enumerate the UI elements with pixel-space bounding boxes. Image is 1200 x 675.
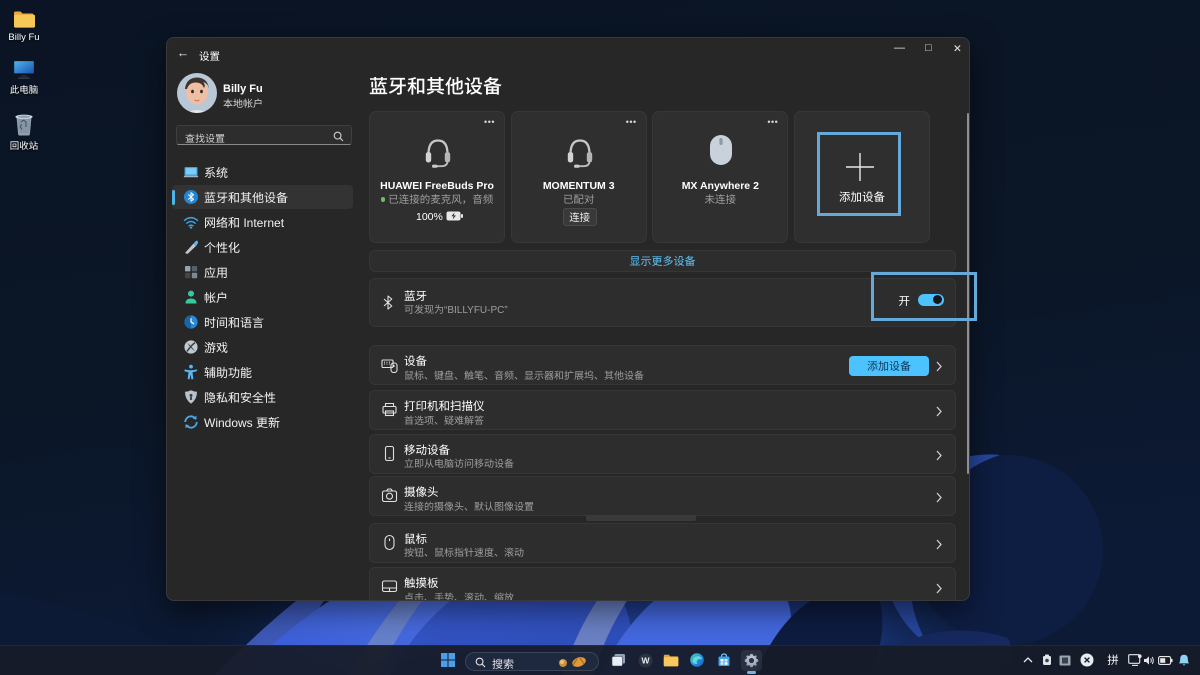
svg-text:W: W [641,655,650,665]
